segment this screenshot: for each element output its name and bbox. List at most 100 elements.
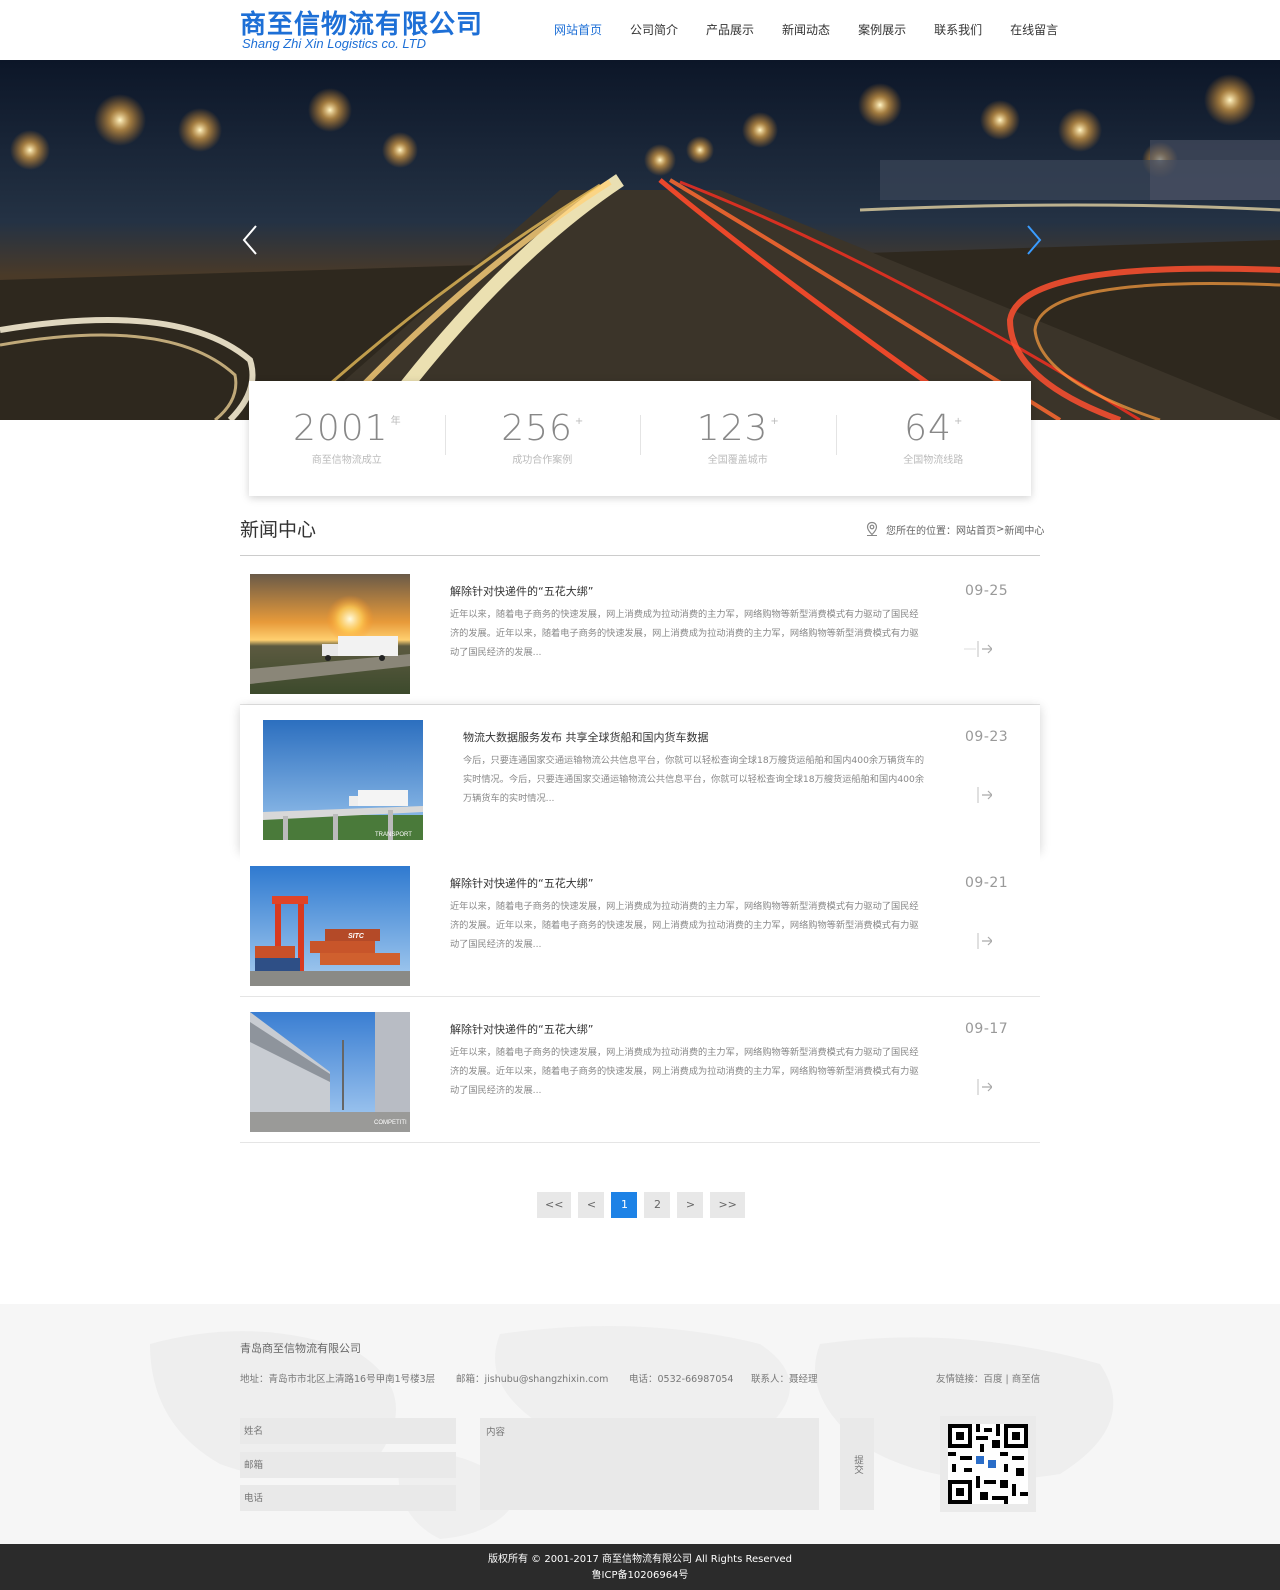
footer-email: 邮箱：jishubu@shangzhixin.com bbox=[456, 1374, 609, 1385]
read-more-button[interactable] bbox=[962, 1075, 993, 1099]
nav-about[interactable]: 公司简介 bbox=[616, 0, 692, 60]
news-date: 09-21 bbox=[965, 875, 1009, 891]
news-thumbnail[interactable]: SITC bbox=[250, 866, 410, 986]
chevron-right-icon bbox=[1027, 225, 1042, 255]
friend-link-baidu[interactable]: 百度 bbox=[984, 1374, 1003, 1385]
thumb-label: COMPETITI bbox=[374, 1120, 407, 1126]
warehouse-image: COMPETITI bbox=[250, 1012, 410, 1132]
footer-contact: 联系人：聂经理 bbox=[751, 1374, 818, 1385]
stat-value: 2001 bbox=[292, 407, 389, 449]
copyright-bar: 版权所有 © 2001-2017 商至信物流有限公司 All Rights Re… bbox=[0, 1544, 1280, 1590]
news-thumbnail[interactable] bbox=[250, 574, 410, 694]
news-item[interactable]: 解除针对快递件的“五花大绑” 近年以来，随着电子商务的快速发展，网上消费成为拉动… bbox=[240, 559, 1040, 705]
news-title-link[interactable]: 解除针对快递件的“五花大绑” bbox=[450, 1021, 593, 1037]
qr-code-icon bbox=[948, 1424, 1028, 1504]
stat-label: 商至信物流成立 bbox=[311, 454, 382, 466]
stat-founded: 2001 年 商至信物流成立 bbox=[249, 407, 445, 469]
nav-home[interactable]: 网站首页 bbox=[540, 0, 616, 60]
news-title-link[interactable]: 物流大数据服务发布 共享全球货船和国内货车数据 bbox=[463, 729, 709, 745]
nav-message[interactable]: 在线留言 bbox=[996, 0, 1072, 60]
banner-prev-arrow[interactable] bbox=[236, 220, 266, 260]
news-date: 09-23 bbox=[965, 729, 1009, 745]
breadcrumb-home-link[interactable]: 网站首页 bbox=[956, 522, 996, 537]
stats-panel: 2001 年 商至信物流成立 256 + 成功合作案例 123 + 全国覆盖城市 64… bbox=[249, 381, 1031, 496]
news-thumbnail[interactable]: COMPETITI bbox=[250, 1012, 410, 1132]
title-divider bbox=[240, 555, 1040, 556]
first-page-button[interactable]: << bbox=[537, 1192, 572, 1218]
stat-cases: 256 + 成功合作案例 bbox=[444, 407, 641, 469]
read-more-button[interactable] bbox=[962, 929, 993, 953]
container-port-image: SITC bbox=[250, 866, 410, 986]
stat-suffix: + bbox=[574, 415, 584, 427]
email-field[interactable] bbox=[240, 1452, 456, 1478]
news-date: 09-17 bbox=[965, 1021, 1009, 1037]
content-field[interactable] bbox=[480, 1418, 819, 1510]
thumb-label: TRANSPORT bbox=[375, 832, 412, 838]
footer-link-separator: | bbox=[1002, 1374, 1012, 1385]
stat-cities: 123 + 全国覆盖城市 bbox=[640, 407, 836, 469]
news-title-link[interactable]: 解除针对快递件的“五花大绑” bbox=[450, 875, 593, 891]
news-title-link[interactable]: 解除针对快递件的“五花大绑” bbox=[450, 583, 593, 599]
read-more-button[interactable] bbox=[962, 637, 993, 661]
stat-value: 123 bbox=[696, 407, 769, 449]
footer-phone: 电话：0532-66987054 bbox=[629, 1374, 734, 1385]
page-title: 新闻中心 bbox=[240, 519, 317, 541]
prev-page-button[interactable]: < bbox=[578, 1192, 605, 1218]
stat-suffix: + bbox=[770, 415, 779, 427]
stat-value: 64 bbox=[904, 407, 952, 449]
stat-label: 全国覆盖城市 bbox=[707, 454, 768, 466]
arrow-right-icon bbox=[977, 933, 993, 949]
news-item[interactable]: COMPETITI 解除针对快递件的“五花大绑” 近年以来，随着电子商务的快速发… bbox=[240, 997, 1040, 1143]
breadcrumb-current: 新闻中心 bbox=[1004, 525, 1045, 537]
pagination: << < 1 2 > >> bbox=[537, 1192, 745, 1218]
submit-button[interactable]: 提交 bbox=[840, 1418, 874, 1510]
nav-contact[interactable]: 联系我们 bbox=[920, 0, 996, 60]
site-footer: 青岛商至信物流有限公司 地址：青岛市市北区上清路16号甲南1号楼3层 邮箱：ji… bbox=[0, 1304, 1280, 1544]
news-summary: 今后，只要连通国家交通运输物流公共信息平台，你就可以轻松查询全球18万艘货运船舶… bbox=[463, 755, 925, 804]
stat-routes: 64 + 全国物流线路 bbox=[835, 407, 1032, 469]
news-summary: 近年以来，随着电子商务的快速发展，网上消费成为拉动消费的主力军，网络购物等新型消… bbox=[450, 609, 919, 658]
next-page-button[interactable]: > bbox=[677, 1192, 704, 1218]
breadcrumb-separator: > bbox=[996, 523, 1005, 535]
stat-suffix: 年 bbox=[390, 415, 401, 427]
stat-suffix: + bbox=[953, 415, 963, 427]
footer-links-prefix: 友情链接： bbox=[936, 1374, 984, 1385]
breadcrumb-prefix: 您所在的位置： bbox=[886, 525, 956, 537]
hero-banner bbox=[0, 60, 1280, 420]
location-pin-icon bbox=[866, 521, 878, 536]
page-2-button[interactable]: 2 bbox=[644, 1192, 671, 1218]
footer-address: 地址：青岛市市北区上清路16号甲南1号楼3层 bbox=[240, 1374, 436, 1385]
chevron-left-icon bbox=[242, 225, 257, 255]
logo-subtitle: Shang Zhi Xin Logistics co. LTD bbox=[242, 36, 427, 51]
icp-number: 鲁ICP备10206964号 bbox=[591, 1570, 689, 1581]
news-item[interactable]: SITC 解除针对快递件的“五花大绑” 近年以来，随着电子商务的快速发展，网上消… bbox=[240, 851, 1040, 997]
footer-links: 友情链接：百度 | 商至信 bbox=[936, 1371, 1040, 1385]
main-nav: 网站首页 公司简介 产品展示 新闻动态 案例展示 联系我们 在线留言 bbox=[540, 0, 1072, 60]
stat-value: 256 bbox=[501, 407, 573, 449]
news-item[interactable]: TRANSPORT 物流大数据服务发布 共享全球货船和国内货车数据 今后，只要连… bbox=[240, 705, 1040, 851]
sunset-truck-image bbox=[250, 574, 410, 694]
nav-news[interactable]: 新闻动态 bbox=[768, 0, 844, 60]
news-thumbnail[interactable]: TRANSPORT bbox=[263, 720, 423, 840]
arrow-right-icon bbox=[977, 1079, 993, 1095]
banner-next-arrow[interactable] bbox=[1018, 220, 1048, 260]
banner-night-highway-image bbox=[0, 60, 1280, 420]
truck-on-bridge-image: TRANSPORT bbox=[263, 720, 423, 840]
news-date: 09-25 bbox=[965, 583, 1009, 599]
phone-field[interactable] bbox=[240, 1485, 456, 1511]
last-page-button[interactable]: >> bbox=[710, 1192, 745, 1218]
nav-products[interactable]: 产品展示 bbox=[692, 0, 768, 60]
qrcode bbox=[940, 1416, 1036, 1512]
name-field[interactable] bbox=[240, 1418, 456, 1444]
read-more-button[interactable] bbox=[962, 783, 993, 807]
nav-cases[interactable]: 案例展示 bbox=[844, 0, 920, 60]
page-1-button[interactable]: 1 bbox=[611, 1192, 638, 1218]
news-summary: 近年以来，随着电子商务的快速发展，网上消费成为拉动消费的主力军，网络购物等新型消… bbox=[450, 901, 919, 950]
stat-label: 全国物流线路 bbox=[903, 454, 964, 466]
copyright-text: 版权所有 © 2001-2017 商至信物流有限公司 All Rights Re… bbox=[487, 1554, 793, 1565]
thumb-label: SITC bbox=[348, 933, 365, 940]
site-header: 商至信物流有限公司 Shang Zhi Xin Logistics co. LT… bbox=[0, 0, 1280, 60]
stat-label: 成功合作案例 bbox=[512, 454, 573, 466]
arrow-right-icon bbox=[964, 641, 993, 657]
friend-link-shangzhixin[interactable]: 商至信 bbox=[1012, 1374, 1041, 1385]
